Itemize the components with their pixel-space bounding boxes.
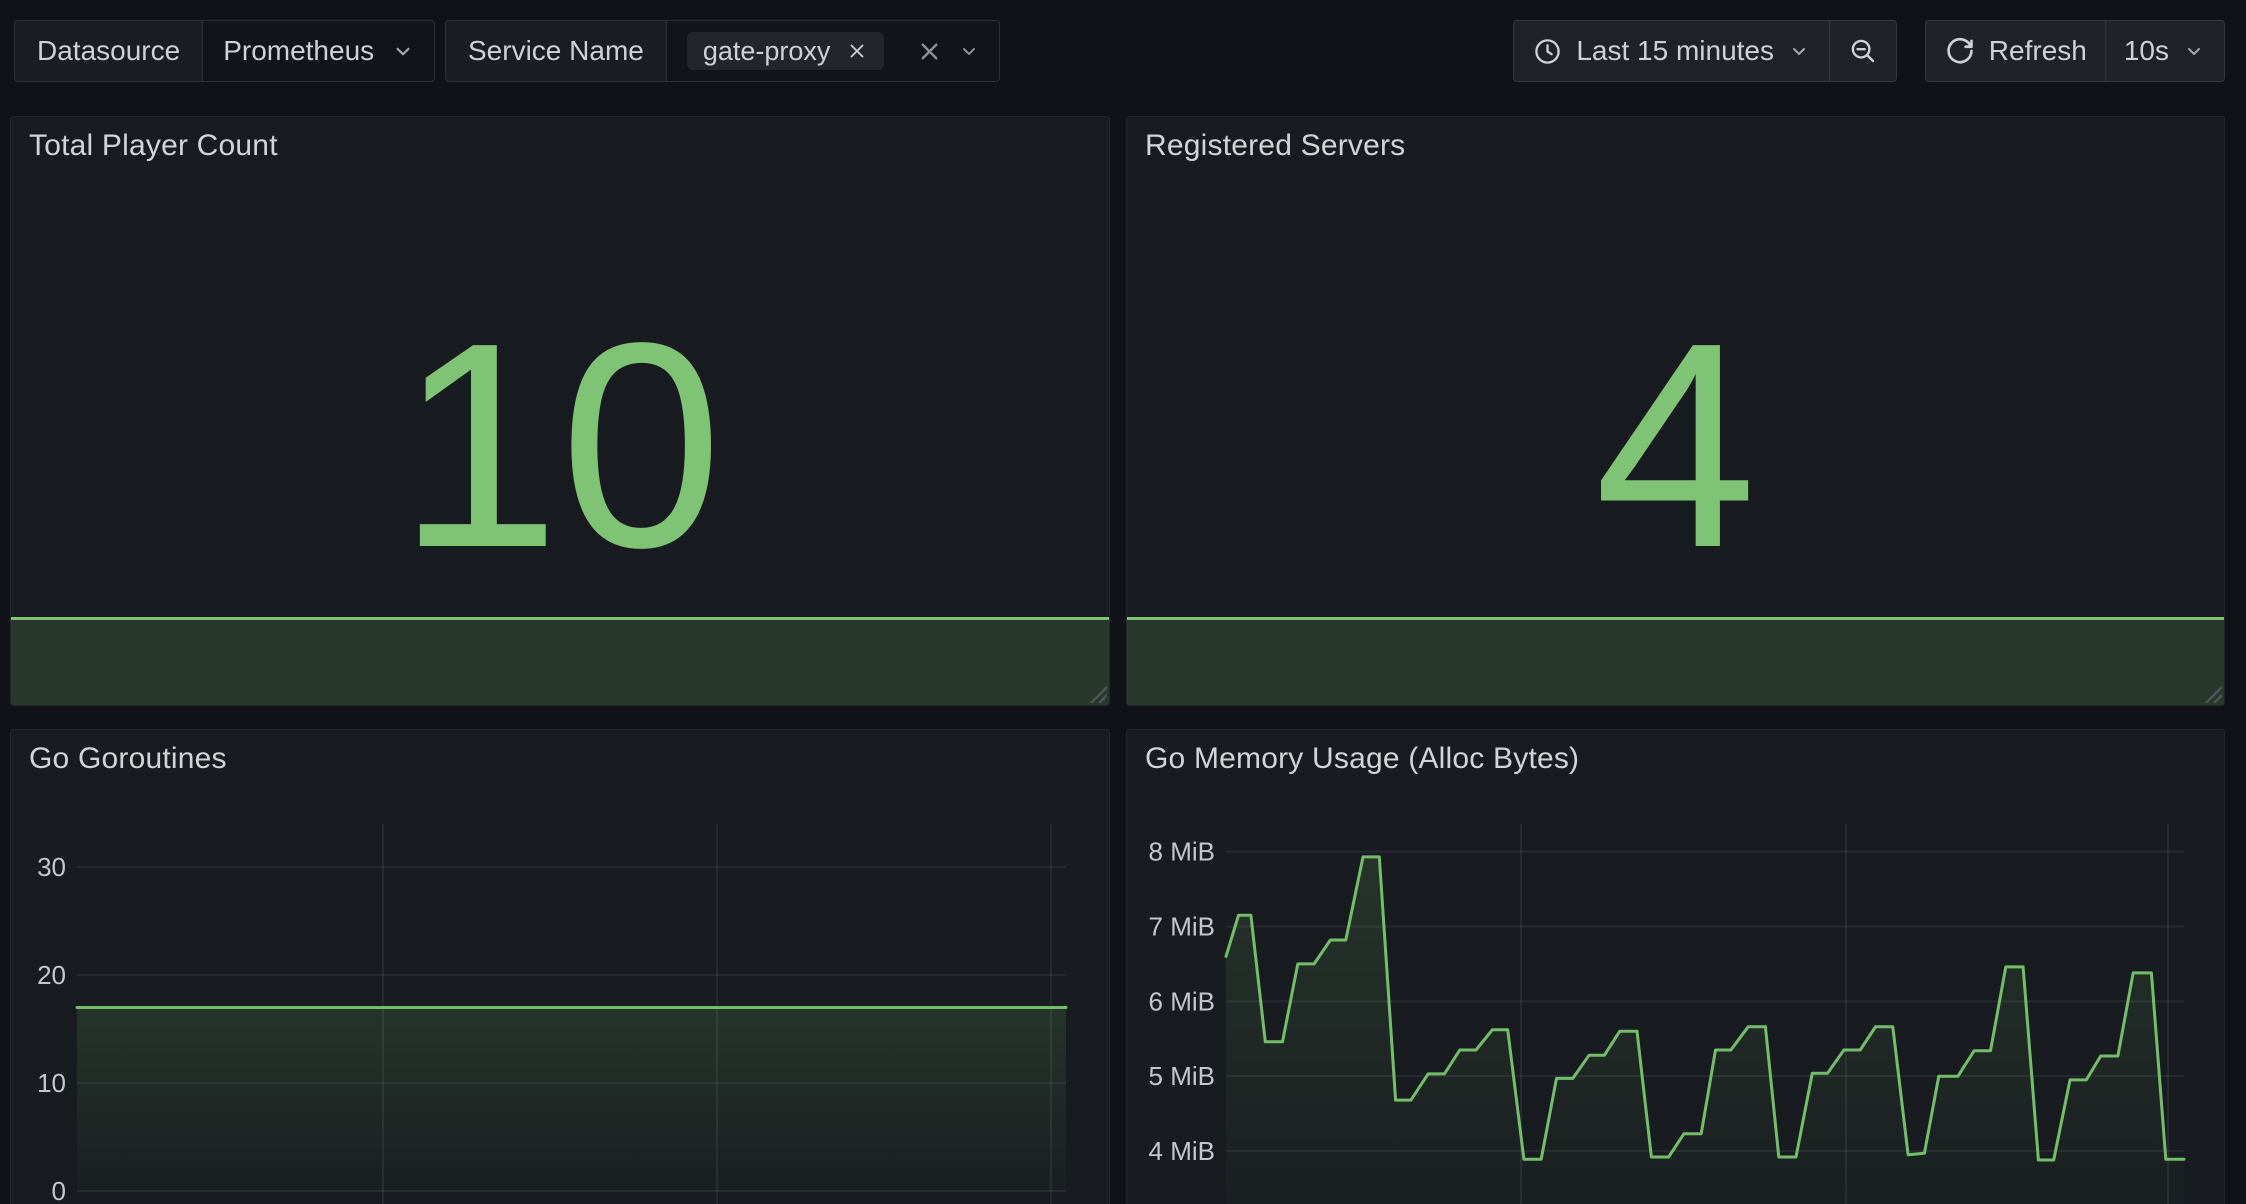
chevron-down-icon xyxy=(957,39,981,63)
datasource-value: Prometheus xyxy=(223,35,374,67)
stat-sparkline xyxy=(1127,617,2224,705)
stat-value: 10 xyxy=(11,299,1109,591)
chevron-down-icon xyxy=(1787,39,1811,63)
y-axis-tick-label: 7 MiB xyxy=(1149,912,1215,942)
datasource-select[interactable]: Prometheus xyxy=(203,21,434,81)
tag-label: gate-proxy xyxy=(703,36,831,67)
grafana-dashboard: { "page": { "bg": "#111217", "panel_bg":… xyxy=(0,0,2246,1204)
y-axis-tick-label: 5 MiB xyxy=(1149,1061,1215,1091)
panel-title[interactable]: Registered Servers xyxy=(1145,129,1405,163)
go-memory-usage-chart[interactable]: 8 MiB 7 MiB 6 MiB 5 MiB 4 MiB xyxy=(1127,730,2225,1204)
refresh-label: Refresh xyxy=(1989,35,2087,67)
panel-go-memory-usage: Go Memory Usage (Alloc Bytes) 8 MiB7 MiB… xyxy=(1126,729,2225,1204)
chevron-down-icon xyxy=(2182,39,2206,63)
y-axis-tick-label: 0 xyxy=(52,1176,66,1204)
dashboard-toolbar: Datasource Prometheus Service Name gate-… xyxy=(0,0,2246,102)
refresh-button[interactable]: Refresh xyxy=(1926,21,2105,81)
y-axis-tick-label: 8 MiB xyxy=(1149,837,1215,867)
y-axis-tick-label: 30 xyxy=(37,852,66,882)
panel-resize-handle[interactable] xyxy=(2200,681,2222,703)
datasource-label: Datasource xyxy=(15,21,203,81)
refresh-interval-dropdown[interactable]: 10s xyxy=(2105,21,2224,81)
panel-total-player-count: Total Player Count 10 xyxy=(10,116,1110,706)
clock-icon xyxy=(1532,36,1563,67)
time-range-label: Last 15 minutes xyxy=(1576,35,1774,67)
y-axis-tick-label: 4 MiB xyxy=(1149,1136,1215,1166)
service-name-label: Service Name xyxy=(446,21,667,81)
y-axis-tick-label: 6 MiB xyxy=(1149,986,1215,1016)
selected-tag-gate-proxy[interactable]: gate-proxy xyxy=(687,32,885,70)
service-name-variable: Service Name gate-proxy xyxy=(445,20,1000,82)
stat-value: 4 xyxy=(1127,299,2224,591)
go-goroutines-chart[interactable]: 30 20 10 0 xyxy=(11,730,1110,1204)
clear-selection-icon[interactable] xyxy=(916,38,943,65)
y-axis-tick-label: 10 xyxy=(37,1068,66,1098)
time-range-picker-button[interactable]: Last 15 minutes xyxy=(1514,21,1829,81)
refresh-controls: Refresh 10s xyxy=(1925,20,2225,82)
stat-sparkline xyxy=(11,617,1109,705)
service-name-select[interactable]: gate-proxy xyxy=(667,21,1000,81)
panel-title[interactable]: Total Player Count xyxy=(29,129,278,163)
circular-arrows-icon xyxy=(1944,35,1976,67)
series-area-fill xyxy=(77,1008,1066,1192)
tag-remove-icon[interactable] xyxy=(846,40,868,62)
chevron-down-icon xyxy=(390,38,416,64)
panel-resize-handle[interactable] xyxy=(1085,681,1107,703)
magnifier-minus-icon xyxy=(1848,36,1878,66)
time-range-controls: Last 15 minutes xyxy=(1513,20,1897,82)
panel-registered-servers: Registered Servers 4 xyxy=(1126,116,2225,706)
datasource-variable: Datasource Prometheus xyxy=(14,20,435,82)
y-axis-tick-label: 20 xyxy=(37,960,66,990)
zoom-out-time-range-button[interactable] xyxy=(1829,21,1896,81)
refresh-interval-value: 10s xyxy=(2124,35,2169,67)
panel-go-goroutines: Go Goroutines 3020100 xyxy=(10,729,1110,1204)
